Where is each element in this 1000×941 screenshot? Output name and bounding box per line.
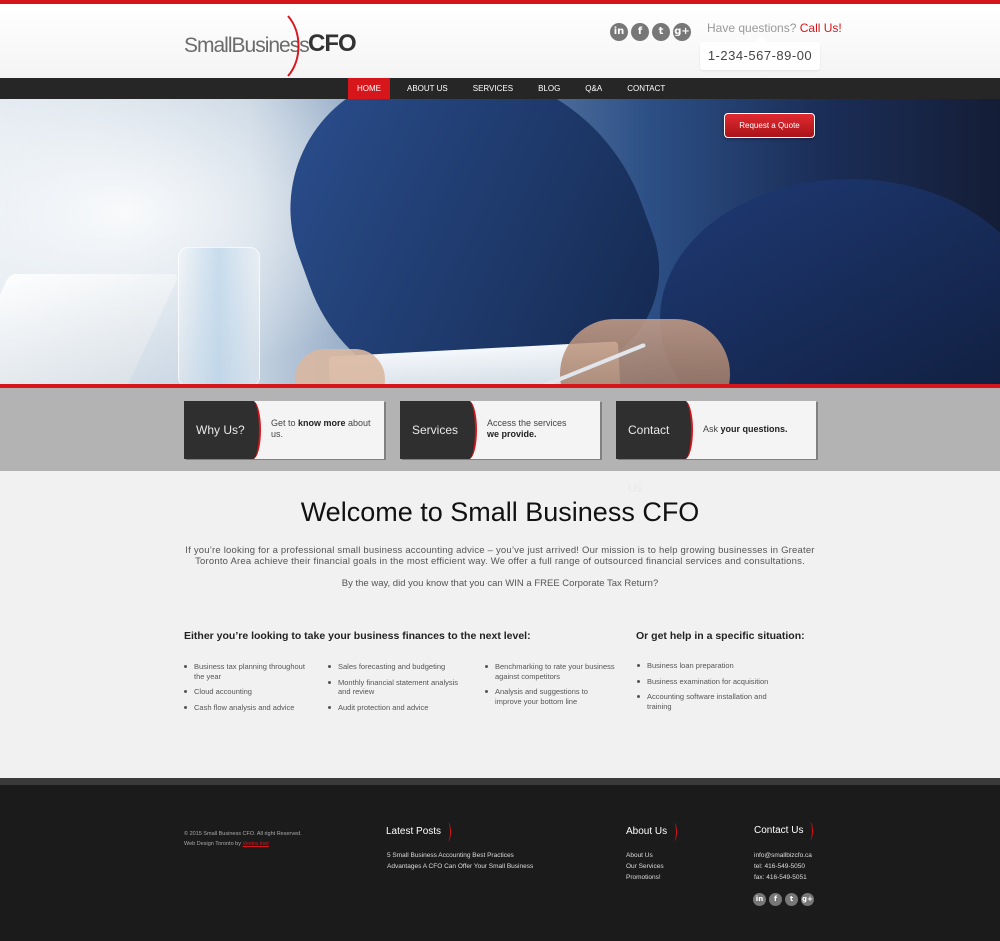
phone-number[interactable]: 1-234-567-89-00 [700,48,820,63]
list-item: Audit protection and advice [328,703,468,713]
main-nav: HOME ABOUT US SERVICES BLOG Q&A CONTACT [0,78,1000,99]
list-item: Business loan preparation [637,661,787,671]
glass-shape [178,247,260,384]
box-text: Get to know more about us. [271,418,371,439]
box-title: Services [400,401,477,459]
services-list-4: Business loan preparation Business exami… [637,661,787,717]
footer-social: in f t g+ [753,893,814,906]
facebook-icon[interactable]: f [631,23,649,41]
footer-link-promotions[interactable]: Promotions! [626,872,664,883]
nav-about-us[interactable]: ABOUT US [399,78,456,99]
services-box[interactable]: Services Access the services we provide. [400,401,600,459]
box-text: Access the services we provide. [487,418,567,439]
design-credit-link[interactable]: Vestra Inet [243,841,269,847]
copyright-text: © 2015 Small Business CFO. All right Res… [184,831,302,837]
nav-blog[interactable]: BLOG [530,78,568,99]
list-item: Business tax planning throughout the yea… [184,662,314,681]
services-list-2: Sales forecasting and budgeting Monthly … [328,662,468,718]
nav-qa[interactable]: Q&A [577,78,610,99]
list-item: Cash flow analysis and advice [184,703,314,713]
request-quote-button[interactable]: Request a Quote [724,113,815,138]
nav-contact[interactable]: CONTACT [619,78,673,99]
about-heading: About Us [626,823,678,841]
logo-text-right: CFO [308,30,357,57]
list-item: Cloud accounting [184,687,314,697]
footer-separator [0,778,1000,785]
hand-shape-right [560,319,730,384]
contact-fax: fax: 416-549-5051 [754,874,807,881]
list-item: Sales forecasting and budgeting [328,662,468,672]
post-link[interactable]: Advantages A CFO Can Offer Your Small Bu… [387,861,533,872]
copyright: © 2015 Small Business CFO. All right Res… [184,829,302,849]
promo-text: By the way, did you know that you can WI… [341,578,659,589]
design-credit: Web Design Toronto by [184,841,243,847]
contact-tel: tel: 416-549-5050 [754,863,805,870]
nav-home[interactable]: HOME [348,78,390,99]
contact-details: info@smallbizcfo.ca tel: 416-549-5050 fa… [754,850,812,883]
list-item: Benchmarking to rate your business again… [485,662,615,681]
footer-link-services[interactable]: Our Services [626,861,664,872]
hero-image [0,99,1000,384]
box-text: Ask your questions. [703,424,788,434]
questions-text: Have questions? Call Us! [707,21,842,35]
box-title: Why Us? [184,401,261,459]
list-item: Analysis and suggestions to improve your… [485,687,615,706]
section-heading-left: Either you’re looking to take your busin… [184,630,531,642]
site-header: SmallBusiness CFO in f t g+ Have questio… [0,4,1000,78]
twitter-icon[interactable]: t [785,893,798,906]
facebook-icon[interactable]: f [769,893,782,906]
services-list-1: Business tax planning throughout the yea… [184,662,314,718]
list-item: Monthly financial statement analysis and… [328,678,468,697]
google-plus-icon[interactable]: g+ [673,23,691,41]
contact-box[interactable]: Contact Us Ask your questions. [616,401,816,495]
twitter-icon[interactable]: t [652,23,670,41]
contact-heading: Contact Us [754,822,815,840]
call-us-link[interactable]: Call Us! [800,21,842,35]
footer-link-about[interactable]: About Us [626,850,664,861]
latest-posts-list: 5 Small Business Accounting Best Practic… [387,850,533,872]
list-item: Business examination for acquisition [637,677,787,687]
intro-text: If you’re looking for a professional sma… [185,545,815,567]
google-plus-icon[interactable]: g+ [801,893,814,906]
about-links: About Us Our Services Promotions! [626,850,664,883]
header-social: in f t g+ [610,23,691,41]
latest-posts-heading: Latest Posts [386,823,452,841]
contact-email[interactable]: info@smallbizcfo.ca [754,850,812,861]
services-list-3: Benchmarking to rate your business again… [485,662,615,712]
logo[interactable]: SmallBusiness CFO [184,14,357,78]
questions-label: Have questions? [707,21,797,35]
list-item: Accounting software installation and tra… [637,692,787,711]
box-title: Contact Us [616,401,693,495]
logo-swoosh-icon [287,15,300,77]
section-heading-right: Or get help in a specific situation: [636,630,805,642]
post-link[interactable]: 5 Small Business Accounting Best Practic… [387,850,533,861]
linkedin-icon[interactable]: in [753,893,766,906]
page-title: Welcome to Small Business CFO [300,497,700,527]
hand-shape [295,349,385,384]
nav-services[interactable]: SERVICES [465,78,521,99]
why-us-box[interactable]: Why Us? Get to know more about us. [184,401,384,459]
linkedin-icon[interactable]: in [610,23,628,41]
phone-bubble: 1-234-567-89-00 [700,36,820,70]
